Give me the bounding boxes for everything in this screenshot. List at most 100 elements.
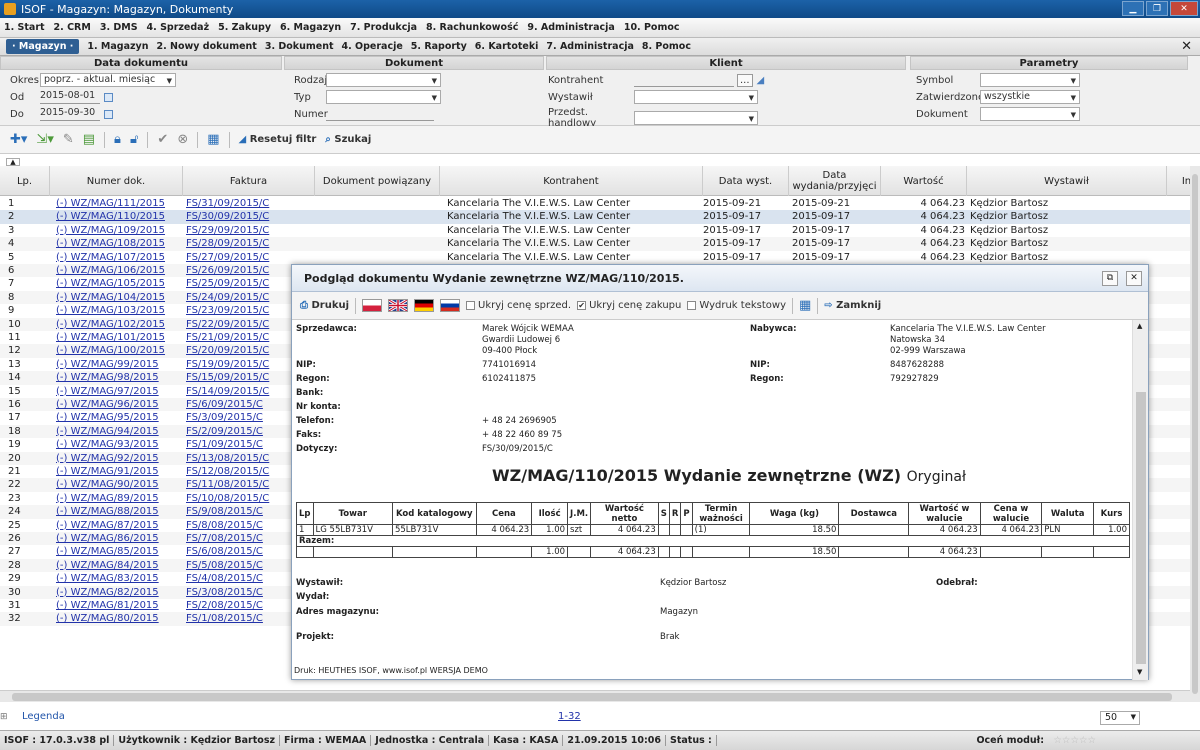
row-doc-number[interactable]: (-) WZ/MAG/108/2015 xyxy=(56,237,181,250)
flag-de-icon[interactable] xyxy=(414,299,435,312)
column-header[interactable]: Data wyst. xyxy=(703,166,789,196)
row-invoice[interactable]: FS/28/09/2015/C xyxy=(186,237,311,250)
sub-menu-item[interactable]: 7. Administracja xyxy=(546,41,633,52)
add-icon[interactable]: ✚▾ xyxy=(10,132,27,147)
row-doc-number[interactable]: (-) WZ/MAG/102/2015 xyxy=(56,318,181,331)
row-doc-number[interactable]: (-) WZ/MAG/93/2015 xyxy=(56,438,181,451)
legend-link[interactable]: Legenda xyxy=(22,711,65,722)
table-row[interactable]: 3 (-) WZ/MAG/109/2015 FS/29/09/2015/C Kance… xyxy=(0,224,1190,237)
eraser-icon[interactable]: ◢ xyxy=(757,75,765,86)
main-menu-item[interactable]: 1. Start xyxy=(4,22,45,33)
cancel-icon[interactable]: ⊗ xyxy=(177,132,188,147)
dokument-param-select[interactable] xyxy=(980,107,1080,121)
row-doc-number[interactable]: (-) WZ/MAG/96/2015 xyxy=(56,398,181,411)
main-menu-item[interactable]: 4. Sprzedaż xyxy=(147,22,210,33)
sub-menu-item[interactable]: 5. Raporty xyxy=(411,41,467,52)
sub-menu-item[interactable]: 4. Operacje xyxy=(342,41,403,52)
row-invoice[interactable]: FS/31/09/2015/C xyxy=(186,197,311,210)
menu-magazyn-active[interactable]: · Magazyn · xyxy=(6,39,80,54)
rating-stars-icon[interactable]: ☆☆☆☆☆ xyxy=(1049,735,1100,746)
rodzaj-select[interactable] xyxy=(326,73,441,87)
row-doc-number[interactable]: (-) WZ/MAG/109/2015 xyxy=(56,224,181,237)
do-date-input[interactable]: 2015-09-30 xyxy=(40,107,100,121)
preview-icon[interactable]: ▤ xyxy=(83,132,95,147)
main-menu-item[interactable]: 2. CRM xyxy=(54,22,91,33)
row-doc-number[interactable]: (-) WZ/MAG/105/2015 xyxy=(56,277,181,290)
column-header[interactable]: In xyxy=(1167,166,1190,196)
main-menu-item[interactable]: 6. Magazyn xyxy=(280,22,341,33)
column-header[interactable]: Wystawił xyxy=(967,166,1167,196)
row-doc-number[interactable]: (-) WZ/MAG/81/2015 xyxy=(56,599,181,612)
calendar-icon[interactable] xyxy=(104,92,113,102)
row-doc-number[interactable]: (-) WZ/MAG/91/2015 xyxy=(56,465,181,478)
text-print-checkbox[interactable]: Wydruk tekstowy xyxy=(687,300,786,311)
search-button[interactable]: ⌕ Szukaj xyxy=(325,134,371,145)
expand-icon[interactable]: ⊞ xyxy=(0,712,8,722)
main-menu-item[interactable]: 8. Rachunkowość xyxy=(426,22,518,33)
edit-icon[interactable]: ✎ xyxy=(63,132,74,147)
row-doc-number[interactable]: (-) WZ/MAG/100/2015 xyxy=(56,344,181,357)
typ-select[interactable] xyxy=(326,90,441,104)
row-doc-number[interactable]: (-) WZ/MAG/88/2015 xyxy=(56,505,181,518)
column-header[interactable]: Wartość xyxy=(881,166,967,196)
row-doc-number[interactable]: (-) WZ/MAG/110/2015 xyxy=(56,210,181,223)
row-doc-number[interactable]: (-) WZ/MAG/106/2015 xyxy=(56,264,181,277)
sub-menu-item[interactable]: 6. Kartoteki xyxy=(475,41,539,52)
main-menu-item[interactable]: 7. Produkcja xyxy=(350,22,417,33)
dialog-scrollbar[interactable]: ▲ ▼ xyxy=(1132,320,1148,680)
row-doc-number[interactable]: (-) WZ/MAG/85/2015 xyxy=(56,545,181,558)
row-doc-number[interactable]: (-) WZ/MAG/87/2015 xyxy=(56,519,181,532)
wystawil-select[interactable] xyxy=(634,90,758,104)
row-doc-number[interactable]: (-) WZ/MAG/86/2015 xyxy=(56,532,181,545)
browse-button[interactable]: ... xyxy=(737,73,753,87)
minimize-icon[interactable]: ▁ xyxy=(1122,1,1144,16)
table-row[interactable]: 5 (-) WZ/MAG/107/2015 FS/27/09/2015/C Kance… xyxy=(0,251,1190,264)
table-row[interactable]: 1 (-) WZ/MAG/111/2015 FS/31/09/2015/C Kance… xyxy=(0,197,1190,210)
columns-icon[interactable]: ▦ xyxy=(799,298,811,313)
od-date-input[interactable]: 2015-08-01 xyxy=(40,90,100,104)
row-doc-number[interactable]: (-) WZ/MAG/92/2015 xyxy=(56,452,181,465)
row-doc-number[interactable]: (-) WZ/MAG/98/2015 xyxy=(56,371,181,384)
import-icon[interactable]: ⇲▾ xyxy=(36,132,53,147)
hide-purchase-price-checkbox[interactable]: ✔ Ukryj cenę zakupu xyxy=(577,300,681,311)
row-doc-number[interactable]: (-) WZ/MAG/83/2015 xyxy=(56,572,181,585)
columns-icon[interactable]: ▦ xyxy=(207,132,219,147)
popout-icon[interactable]: ⧉ xyxy=(1102,271,1118,286)
unlock-icon[interactable]: 🔓︎ xyxy=(130,132,138,147)
row-invoice[interactable]: FS/29/09/2015/C xyxy=(186,224,311,237)
flag-pl-icon[interactable] xyxy=(362,299,383,312)
row-invoice[interactable]: FS/27/09/2015/C xyxy=(186,251,311,264)
main-menu-item[interactable]: 10. Pomoc xyxy=(624,22,680,33)
close-tab-icon[interactable]: ✕ xyxy=(1181,39,1192,54)
okres-select[interactable]: poprz. - aktual. miesiąc xyxy=(40,73,176,87)
row-doc-number[interactable]: (-) WZ/MAG/99/2015 xyxy=(56,358,181,371)
restore-icon[interactable]: ❐ xyxy=(1146,1,1168,16)
sub-menu-item[interactable]: 2. Nowy dokument xyxy=(157,41,257,52)
calendar-icon[interactable] xyxy=(104,109,113,119)
row-doc-number[interactable]: (-) WZ/MAG/89/2015 xyxy=(56,492,181,505)
main-menu-item[interactable]: 3. DMS xyxy=(100,22,138,33)
column-header[interactable]: Numer dok. xyxy=(50,166,183,196)
row-doc-number[interactable]: (-) WZ/MAG/104/2015 xyxy=(56,291,181,304)
collapse-filters-icon[interactable]: ▲ xyxy=(6,158,20,166)
column-header[interactable]: Faktura xyxy=(183,166,315,196)
page-size-select[interactable]: 50 xyxy=(1100,711,1140,725)
column-header[interactable]: Lp. xyxy=(0,166,50,196)
flag-uk-icon[interactable] xyxy=(388,299,409,312)
sub-menu-item[interactable]: 3. Dokument xyxy=(265,41,334,52)
row-invoice[interactable]: FS/30/09/2015/C xyxy=(186,210,311,223)
column-header[interactable]: Data wydania/przyjęci xyxy=(789,166,881,196)
row-doc-number[interactable]: (-) WZ/MAG/103/2015 xyxy=(56,304,181,317)
table-row[interactable]: 4 (-) WZ/MAG/108/2015 FS/28/09/2015/C Kance… xyxy=(0,237,1190,251)
row-doc-number[interactable]: (-) WZ/MAG/84/2015 xyxy=(56,559,181,572)
main-menu-item[interactable]: 5. Zakupy xyxy=(218,22,271,33)
column-header[interactable]: Kontrahent xyxy=(440,166,703,196)
main-menu-item[interactable]: 9. Administracja xyxy=(527,22,614,33)
sub-menu-item[interactable]: 1. Magazyn xyxy=(87,41,148,52)
close-button[interactable]: ⇨ Zamknij xyxy=(824,300,881,311)
row-doc-number[interactable]: (-) WZ/MAG/90/2015 xyxy=(56,478,181,491)
vertical-scrollbar[interactable] xyxy=(1190,166,1200,702)
row-doc-number[interactable]: (-) WZ/MAG/95/2015 xyxy=(56,411,181,424)
reset-filter-button[interactable]: ◢ Resetuj filtr xyxy=(239,134,317,145)
print-button[interactable]: ⎙ Drukuj xyxy=(300,300,349,311)
